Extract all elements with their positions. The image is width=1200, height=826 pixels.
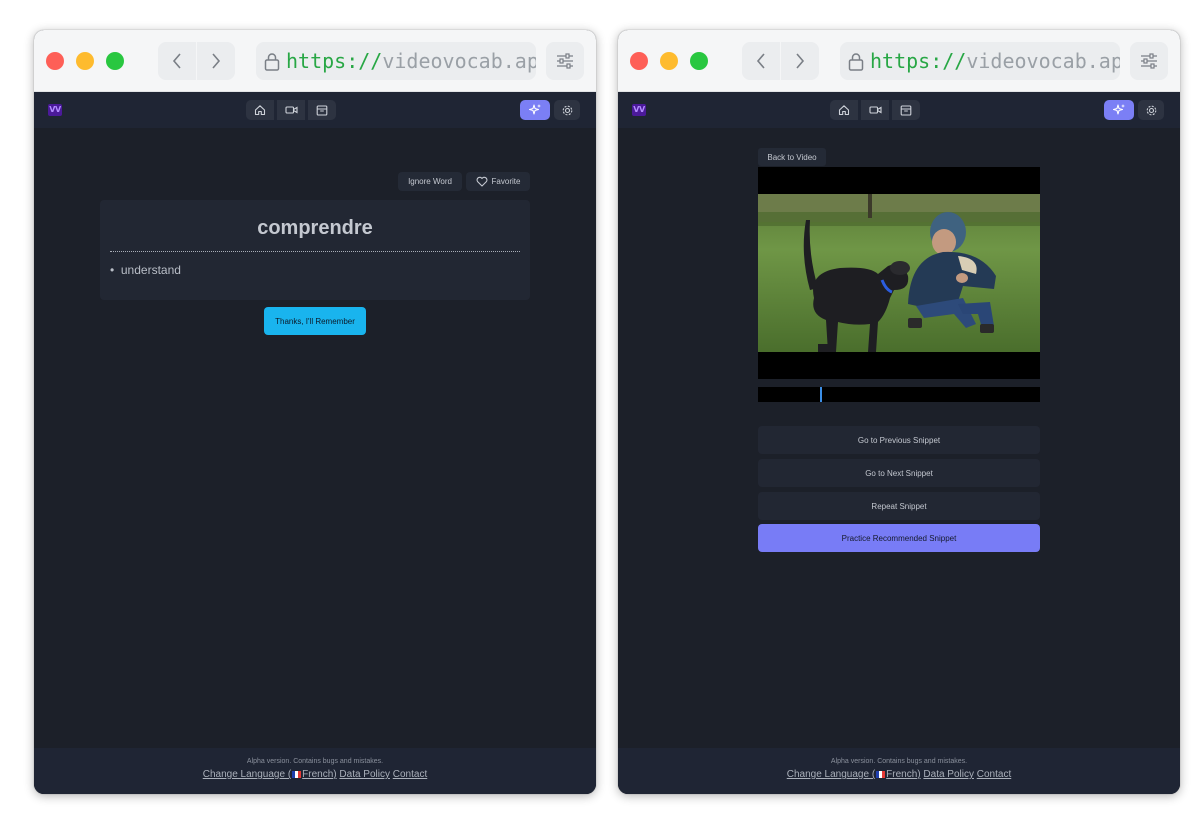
lock-icon	[848, 52, 864, 71]
footer-links: Change Language ( French) Data Policy Con…	[618, 769, 1180, 780]
app-viewport: VV Ignore Word Favorite comprendre • und…	[34, 92, 596, 794]
french-flag-icon	[876, 771, 886, 778]
sliders-icon	[557, 53, 573, 69]
browser-toolbar: https://videovocab.ap	[618, 30, 1180, 92]
word-card: comprendre • understand	[100, 200, 530, 300]
video-timeline[interactable]	[758, 387, 1040, 402]
settings-button[interactable]	[554, 100, 580, 120]
change-language-prefix: Change Language (	[202, 769, 292, 780]
close-window-button[interactable]	[46, 52, 64, 70]
home-nav-button[interactable]	[830, 100, 858, 120]
forward-button[interactable]	[197, 42, 235, 80]
url-scheme: https://	[286, 49, 383, 73]
chevron-right-icon	[212, 53, 221, 69]
change-language-suffix: French)	[302, 769, 337, 780]
back-to-video-button[interactable]: Back to Video	[758, 148, 826, 166]
forward-button[interactable]	[781, 42, 819, 80]
archive-icon	[900, 104, 912, 116]
top-navigation: VV	[618, 92, 1180, 128]
chevron-left-icon	[172, 53, 181, 69]
site-settings-button[interactable]	[1130, 42, 1168, 80]
url-text: https://videovocab.ap	[286, 49, 536, 73]
back-button[interactable]	[158, 42, 196, 80]
site-settings-button[interactable]	[546, 42, 584, 80]
previous-snippet-button[interactable]: Go to Previous Snippet	[758, 426, 1040, 454]
footer: Alpha version. Contains bugs and mistake…	[34, 748, 596, 794]
divider	[110, 251, 520, 252]
browser-window-right: https://videovocab.ap VV Back to Video G…	[618, 30, 1180, 794]
data-policy-link[interactable]: Data Policy	[923, 769, 974, 780]
sparkles-icon	[1112, 104, 1125, 115]
url-host: videovocab.ap	[382, 49, 536, 73]
gear-icon	[562, 105, 572, 115]
settings-button[interactable]	[1138, 100, 1164, 120]
gear-icon	[1146, 105, 1156, 115]
lock-icon	[264, 52, 280, 71]
playhead-marker[interactable]	[820, 387, 822, 402]
video-nav-button[interactable]	[861, 100, 889, 120]
practice-recommended-snippet-button[interactable]: Practice Recommended Snippet	[758, 524, 1040, 552]
minimize-window-button[interactable]	[76, 52, 94, 70]
contact-link[interactable]: Contact	[977, 769, 1011, 780]
video-camera-icon	[284, 106, 298, 114]
back-button[interactable]	[742, 42, 780, 80]
footer-note: Alpha version. Contains bugs and mistake…	[246, 758, 384, 765]
inbox-nav-button[interactable]	[308, 100, 336, 120]
data-policy-link[interactable]: Data Policy	[339, 769, 390, 780]
video-frame-image	[758, 194, 1040, 352]
url-text: https://videovocab.ap	[870, 49, 1120, 73]
browser-toolbar: https://videovocab.ap	[34, 30, 596, 92]
meaning-item: • understand	[110, 263, 181, 277]
contact-link[interactable]: Contact	[393, 769, 427, 780]
address-bar[interactable]: https://videovocab.ap	[256, 42, 536, 80]
sparkles-icon	[528, 104, 541, 115]
repeat-snippet-button[interactable]: Repeat Snippet	[758, 492, 1040, 520]
logo[interactable]: VV	[48, 104, 62, 116]
next-snippet-button[interactable]: Go to Next Snippet	[758, 459, 1040, 487]
url-scheme: https://	[870, 49, 967, 73]
sliders-icon	[1141, 53, 1157, 69]
change-language-link[interactable]: Change Language ( French)	[203, 769, 337, 780]
change-language-prefix: Change Language (	[786, 769, 876, 780]
inbox-nav-button[interactable]	[892, 100, 920, 120]
video-camera-icon	[868, 106, 882, 114]
top-navigation: VV	[34, 92, 596, 128]
meaning-text: understand	[120, 263, 181, 277]
word-title: comprendre	[257, 217, 373, 239]
ai-practice-button[interactable]	[1104, 100, 1134, 120]
video-player[interactable]	[758, 167, 1040, 379]
video-scene	[758, 194, 1040, 352]
home-nav-button[interactable]	[246, 100, 274, 120]
close-window-button[interactable]	[630, 52, 648, 70]
footer: Alpha version. Contains bugs and mistake…	[618, 748, 1180, 794]
footer-note: Alpha version. Contains bugs and mistake…	[830, 758, 968, 765]
url-host: videovocab.ap	[966, 49, 1120, 73]
favorite-button[interactable]: Favorite	[466, 172, 530, 191]
ai-practice-button[interactable]	[520, 100, 550, 120]
browser-window-left: https://videovocab.ap VV Ignore Word Fav…	[34, 30, 596, 794]
favorite-label: Favorite	[491, 177, 521, 186]
remember-button[interactable]: Thanks, I'll Remember	[264, 307, 366, 335]
french-flag-icon	[292, 771, 302, 778]
chevron-left-icon	[756, 53, 765, 69]
heart-icon	[476, 176, 488, 187]
home-icon	[254, 105, 266, 116]
maximize-window-button[interactable]	[690, 52, 708, 70]
change-language-link[interactable]: Change Language ( French)	[787, 769, 921, 780]
maximize-window-button[interactable]	[106, 52, 124, 70]
change-language-suffix: French)	[886, 769, 921, 780]
ignore-word-button[interactable]: Ignore Word	[398, 172, 462, 191]
archive-icon	[316, 104, 328, 116]
address-bar[interactable]: https://videovocab.ap	[840, 42, 1120, 80]
logo[interactable]: VV	[632, 104, 646, 116]
minimize-window-button[interactable]	[660, 52, 678, 70]
app-viewport: VV Back to Video Go to Previous Snippet …	[618, 92, 1180, 794]
footer-links: Change Language ( French) Data Policy Con…	[34, 769, 596, 780]
chevron-right-icon	[796, 53, 805, 69]
video-nav-button[interactable]	[277, 100, 305, 120]
home-icon	[838, 105, 850, 116]
